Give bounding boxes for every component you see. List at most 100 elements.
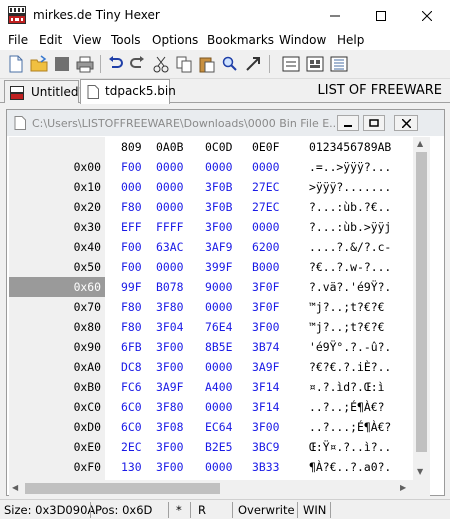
hex-row[interactable]: 0x00 F00 0000 0000 0000 .=..>ÿÿÿ?... [9,157,413,177]
print-icon[interactable] [76,55,94,73]
hex-cell[interactable]: 0000 [252,220,279,234]
hex-cell[interactable]: 3A9F [156,380,183,394]
scroll-up-arrow[interactable]: ▲ [417,139,423,148]
hex-cell[interactable]: 76E4 [205,320,232,334]
text-cell[interactable]: Œ:Ÿ¤.?..ì?.. [309,440,391,454]
text-cell[interactable]: ?.vä?.'é9Ÿ?. [309,280,391,294]
text-cell[interactable]: ?...:ùb.>ÿÿj [309,220,391,234]
scroll-left-arrow[interactable]: ◀ [12,483,18,492]
menu-window[interactable]: Window [279,31,326,47]
hex-cell[interactable]: FFFF [156,220,183,234]
text-cell[interactable]: ¤.?.ìd?.Œ:ì [309,380,384,394]
hex-cell[interactable]: 3F0B [205,200,232,214]
menu-file[interactable]: File [8,31,28,47]
hex-cell[interactable]: B2E5 [205,440,232,454]
copy-icon[interactable] [175,55,193,73]
hex-row[interactable]: 0x40 F00 63AC 3AF9 6200 ....?.&/?.c- [9,237,413,257]
list-view-icon[interactable] [330,55,348,73]
hex-row[interactable]: 0x50 F00 0000 399F B000 ?€..?.w-?... [9,257,413,277]
hex-row[interactable]: 0x90 6FB 3F00 8B5E 3B74 'é9Ÿ°.?.-û?. [9,337,413,357]
hex-cell[interactable]: 0000 [205,160,232,174]
tab-untitled1[interactable]: Untitled1 [4,80,86,103]
hex-cell[interactable]: 0000 [156,160,183,174]
hex-row[interactable]: 0x80 F80 3F04 76E4 3F00 ™j?..;t?€?€ [9,317,413,337]
hex-cell[interactable]: 99F [121,280,142,294]
hex-cell[interactable]: 3F08 [156,420,183,434]
hex-cell[interactable]: 0000 [252,160,279,174]
hex-cell[interactable]: 6FB [121,340,142,354]
cut-icon[interactable] [152,55,170,73]
structure-view-icon[interactable] [306,55,324,73]
hex-cell[interactable]: 3F0F [252,300,279,314]
status-encoding[interactable]: WIN [303,503,326,517]
hex-row[interactable]: 0x10 000 0000 3F0B 27EC >ÿÿÿ?....... [9,177,413,197]
text-cell[interactable]: .=..>ÿÿÿ?... [309,160,391,174]
close-button[interactable] [404,0,450,31]
hex-cell[interactable]: 6200 [252,240,279,254]
hex-cell[interactable]: B000 [252,260,279,274]
hex-cell[interactable]: 0000 [156,260,183,274]
hex-cell[interactable]: 0000 [156,200,183,214]
new-file-icon[interactable] [7,55,25,73]
goto-icon[interactable] [244,55,262,73]
hex-row[interactable]: 0xE0 2EC 3F00 B2E5 3BC9 Œ:Ÿ¤.?..ì?.. [9,437,413,457]
hex-cell[interactable]: 3F0F [252,280,279,294]
hex-row[interactable]: 0xB0 FC6 3A9F A400 3F14 ¤.?.ìd?.Œ:ì [9,377,413,397]
menu-bookmarks[interactable]: Bookmarks [207,31,274,47]
hex-cell[interactable]: 000 [121,180,142,194]
hex-cell[interactable]: F00 [121,240,142,254]
text-cell[interactable]: 'é9Ÿ°.?.-û?. [309,340,391,354]
hex-cell[interactable]: 8B5E [205,340,232,354]
text-cell[interactable]: ?€..?.w-?... [309,260,391,274]
paste-icon[interactable] [198,55,216,73]
text-cell[interactable]: ..?..;É¶À€? [309,400,384,414]
hex-grid[interactable]: 809 0A0B 0C0D 0E0F 0123456789AB 0x00 F00 0… [9,137,413,494]
hex-row[interactable]: 0x30 EFF FFFF 3F00 0000 ?...:ùb.>ÿÿj [9,217,413,237]
hex-cell[interactable]: 3BC9 [252,440,279,454]
hex-cell[interactable]: 2EC [121,440,142,454]
hex-cell[interactable]: 3A9F [252,360,279,374]
menu-edit[interactable]: Edit [39,31,62,47]
vertical-scrollbar[interactable]: ▲ ▼ [413,137,430,480]
horizontal-scroll-thumb[interactable] [25,483,220,494]
menu-options[interactable]: Options [152,31,198,47]
scroll-down-arrow[interactable]: ▼ [417,467,423,476]
save-icon[interactable] [53,55,71,73]
scroll-right-arrow[interactable]: ▶ [400,483,406,492]
redo-icon[interactable] [129,55,147,73]
hex-row[interactable]: 0xC0 6C0 3F80 0000 3F14 ..?..;É¶À€? [9,397,413,417]
find-icon[interactable] [221,55,239,73]
hex-cell[interactable]: EC64 [205,420,232,434]
hex-cell[interactable]: 399F [205,260,232,274]
minimize-button[interactable] [312,0,358,31]
text-cell[interactable]: ™j?..;t?€?€ [309,300,384,314]
hex-row[interactable]: 0x20 F80 0000 3F0B 27EC ?...:ùb.?€.. [9,197,413,217]
hex-cell[interactable]: F80 [121,320,142,334]
text-cell[interactable]: >ÿÿÿ?....... [309,180,391,194]
hex-cell[interactable]: DC8 [121,360,142,374]
hex-row[interactable]: 0x70 F80 3F80 0000 3F0F ™j?..;t?€?€ [9,297,413,317]
hex-cell[interactable]: F80 [121,300,142,314]
hex-cell[interactable]: 3F80 [156,300,183,314]
hex-cell[interactable]: A400 [205,380,232,394]
menu-tools[interactable]: Tools [111,31,141,47]
hex-cell[interactable]: 27EC [252,180,279,194]
maximize-button[interactable] [358,0,404,31]
tab-tdpack5[interactable]: tdpack5.bin [80,79,176,104]
hex-cell[interactable]: 3F04 [156,320,183,334]
text-cell[interactable]: ....?.&/?.c- [309,240,391,254]
vertical-scroll-thumb[interactable] [416,152,427,452]
hex-cell[interactable]: 3F14 [252,400,279,414]
hex-cell[interactable]: 3F80 [156,400,183,414]
hex-cell[interactable]: 3F14 [252,380,279,394]
hex-view-icon[interactable] [282,55,300,73]
hex-cell[interactable]: 3F00 [252,420,279,434]
hex-cell[interactable]: 3F00 [156,440,183,454]
hex-cell[interactable]: F00 [121,260,142,274]
menu-view[interactable]: View [73,31,101,47]
hex-cell[interactable]: EFF [121,220,142,234]
hex-cell[interactable]: 0000 [205,400,232,414]
hex-cell[interactable]: B078 [156,280,183,294]
child-minimize-button[interactable] [337,115,359,131]
hex-cell[interactable]: 3F00 [156,340,183,354]
